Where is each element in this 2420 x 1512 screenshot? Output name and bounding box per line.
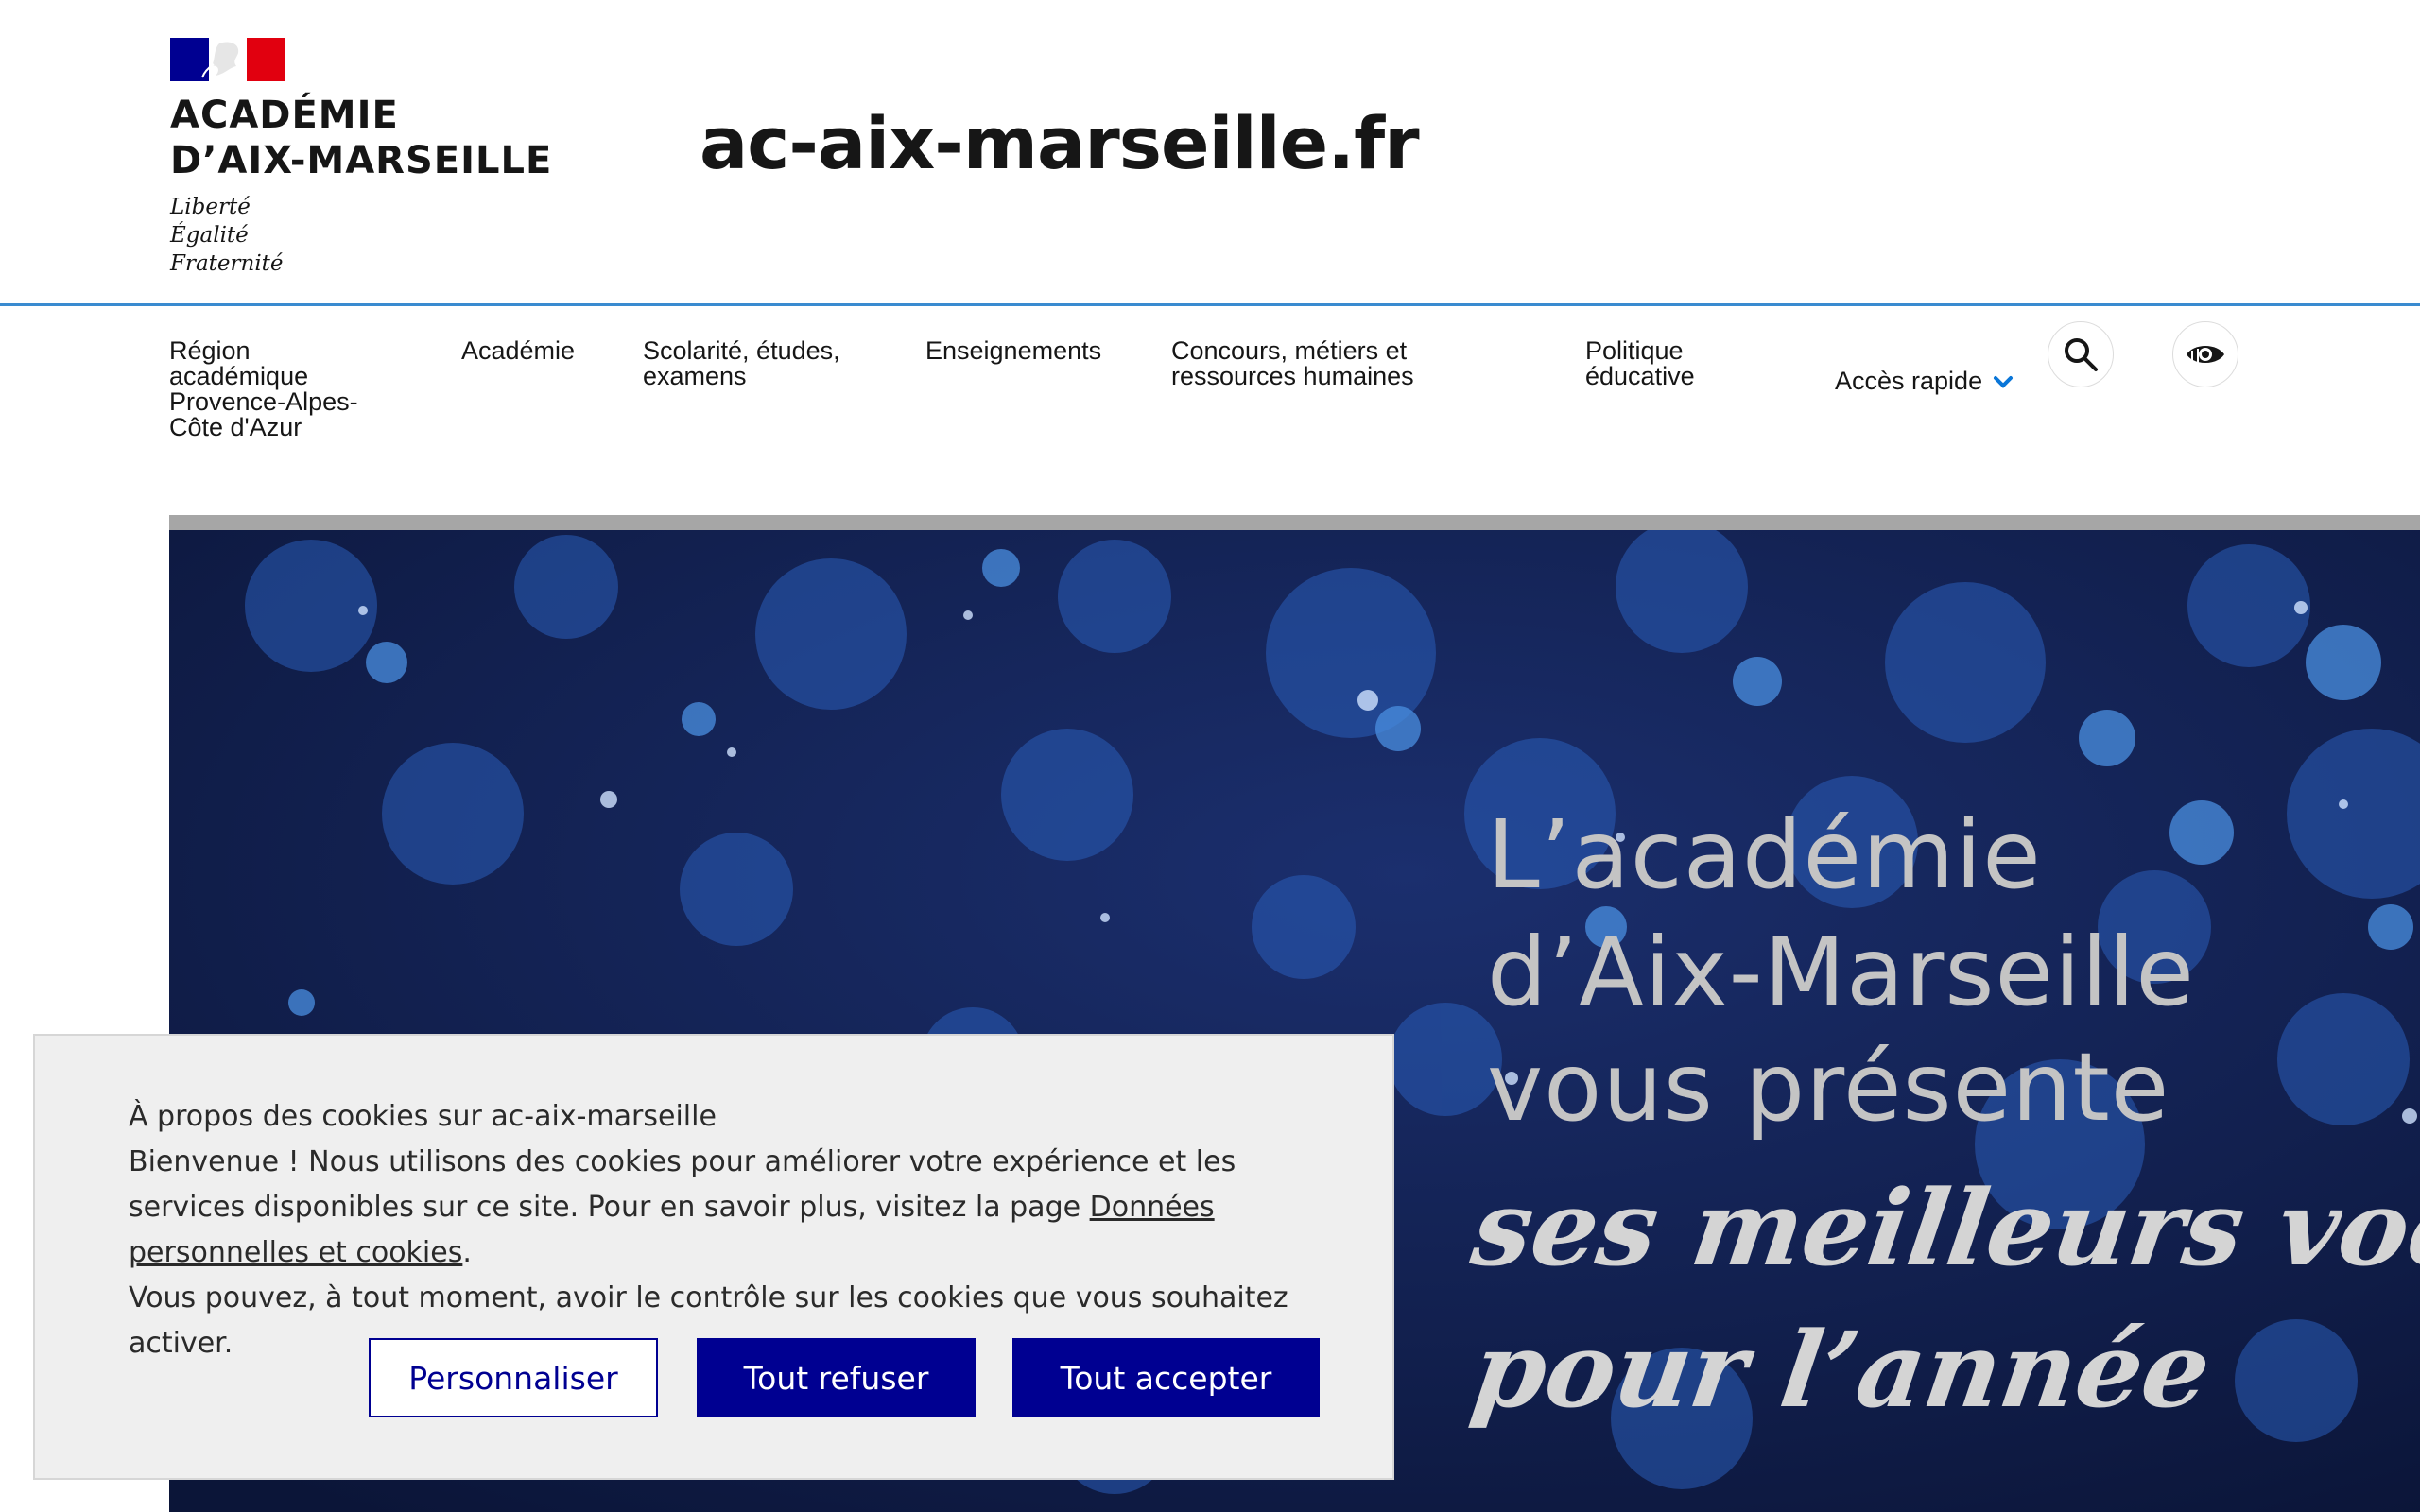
accept-all-button[interactable]: Tout accepter <box>1012 1338 1320 1418</box>
site-header: ACADÉMIE D’AIX-MARSEILLE Liberté Égalité… <box>0 0 2420 306</box>
hero-heading-line2: d’Aix-Marseille <box>1487 917 2195 1027</box>
motto-egalite: Égalité <box>170 223 249 248</box>
search-button[interactable] <box>2048 321 2114 387</box>
nav-item-politique[interactable]: Politique éducative <box>1585 338 1737 389</box>
cookie-body-end: . <box>462 1236 472 1269</box>
hero-heading-line1: L’académie <box>1487 799 2042 910</box>
academy-name: ACADÉMIE D’AIX-MARSEILLE <box>170 93 567 183</box>
nav-item-academie[interactable]: Académie <box>461 338 575 364</box>
customize-button[interactable]: Personnaliser <box>369 1338 658 1418</box>
motto-liberte: Liberté <box>170 195 251 219</box>
academy-name-line2: D’AIX-MARSEILLE <box>170 139 553 182</box>
hero-script-line1: ses meilleurs voeux <box>1465 1167 2420 1289</box>
cookie-banner-text: À propos des cookies sur ac-aix-marseill… <box>129 1094 1339 1366</box>
nav-item-enseignements[interactable]: Enseignements <box>925 338 1101 364</box>
site-title[interactable]: ac-aix-marseille.fr <box>700 108 1420 180</box>
nav-item-region[interactable]: Région académique Provence-Alpes-Côte d'… <box>169 338 387 440</box>
eye-icon <box>2187 346 2224 364</box>
cookie-body-intro: Bienvenue ! Nous utilisons des cookies p… <box>129 1145 1236 1224</box>
quick-access-dropdown[interactable]: Accès rapide <box>1835 367 2014 396</box>
hero-heading-line3: vous présente <box>1487 1032 2170 1143</box>
search-icon <box>2065 338 2098 371</box>
hero-script-line2: pour l’année <box>1465 1309 2218 1431</box>
refuse-all-button[interactable]: Tout refuser <box>697 1338 976 1418</box>
main-navigation: Région académique Provence-Alpes-Côte d'… <box>0 306 2420 457</box>
cookie-banner-title: À propos des cookies sur ac-aix-marseill… <box>129 1100 717 1133</box>
hero-top-bar <box>169 515 2420 530</box>
nav-item-concours[interactable]: Concours, métiers et ressources humaines <box>1171 338 1474 389</box>
motto-fraternite: Fraternité <box>170 251 284 276</box>
cookie-consent-banner: À propos des cookies sur ac-aix-marseill… <box>33 1034 1394 1480</box>
quick-access-label: Accès rapide <box>1835 367 1983 395</box>
academy-logo[interactable]: ACADÉMIE D’AIX-MARSEILLE Liberté Égalité… <box>170 38 567 278</box>
nav-item-scolarite[interactable]: Scolarité, études, examens <box>643 338 908 389</box>
marianne-flag-icon <box>170 38 285 81</box>
republic-motto: Liberté Égalité Fraternité <box>170 193 567 278</box>
accessibility-button[interactable] <box>2172 321 2238 387</box>
cookie-banner-body: Bienvenue ! Nous utilisons des cookies p… <box>129 1140 1339 1276</box>
academy-name-line1: ACADÉMIE <box>170 94 399 137</box>
chevron-down-icon <box>1994 375 2014 388</box>
